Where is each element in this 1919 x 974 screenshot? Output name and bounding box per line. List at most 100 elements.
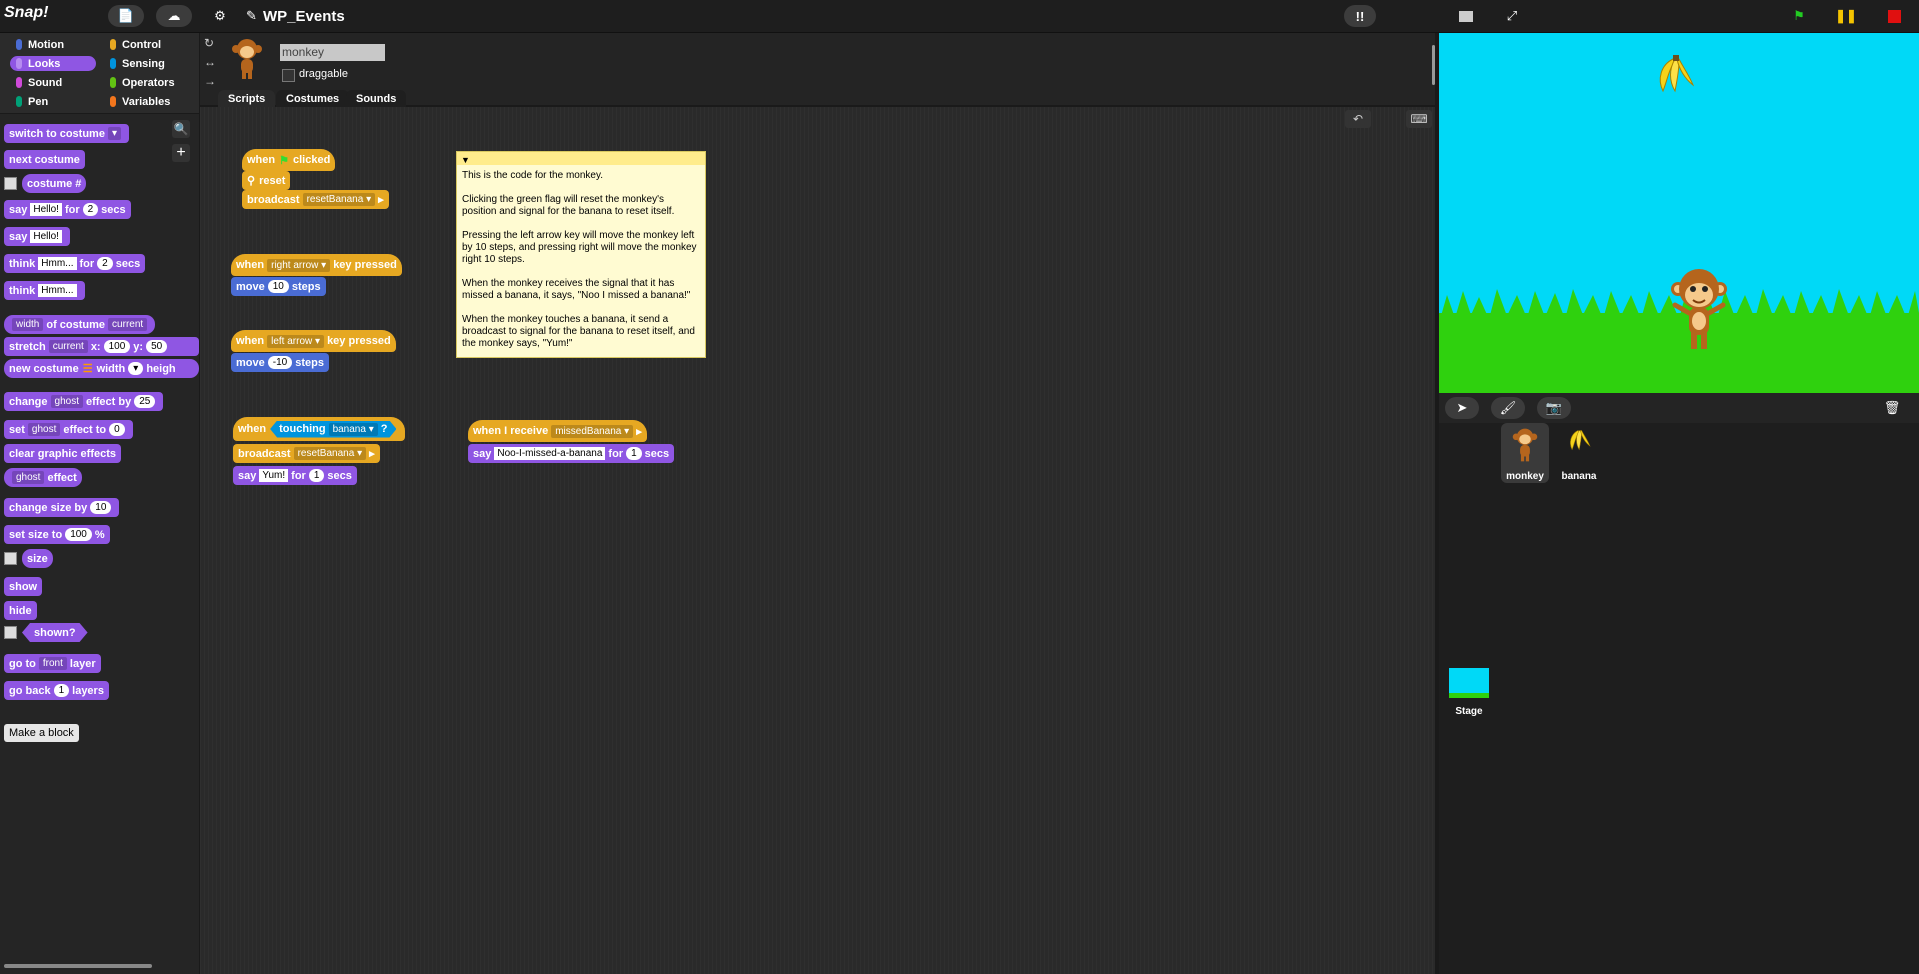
comment-text[interactable]: This is the code for the monkey. Clickin… — [457, 165, 705, 355]
block-shown[interactable]: shown? — [22, 623, 88, 642]
scripts-area[interactable]: ↶ ⌨ — [200, 107, 1435, 974]
block-stretch[interactable]: stretch current x: 100 y: 50 — [4, 337, 199, 356]
block-go-to-layer[interactable]: go to front layer — [4, 654, 101, 673]
block-say-for-secs[interactable]: say Noo-I-missed-a-banana for 1 secs — [468, 444, 675, 463]
block-costume-num[interactable]: costume # — [22, 174, 87, 193]
tab-sounds[interactable]: Sounds — [346, 90, 407, 108]
palette-scrollbar[interactable] — [4, 964, 152, 968]
tab-costumes[interactable]: Costumes — [276, 90, 350, 108]
text-slot[interactable]: Hmm... — [38, 284, 77, 297]
category-pen[interactable]: Pen — [10, 94, 96, 109]
draggable-checkbox[interactable] — [282, 69, 295, 82]
dropdown[interactable]: width — [12, 318, 44, 331]
block-when-flag-clicked[interactable]: when ⚑ clicked — [242, 149, 336, 171]
block-move-steps[interactable]: move 10 steps — [231, 277, 326, 296]
block-touching[interactable]: touching banana ▾? — [270, 421, 396, 438]
footprints-icon[interactable]: !! — [1344, 5, 1376, 27]
make-a-block-button[interactable]: Make a block — [4, 724, 79, 742]
text-slot[interactable]: Noo-I-missed-a-banana — [494, 447, 606, 460]
text-slot[interactable]: Yum! — [259, 469, 289, 482]
dropdown[interactable]: resetBanana ▾ — [302, 193, 376, 206]
block-next-costume[interactable]: next costume — [4, 150, 85, 169]
snap-logo[interactable]: Snap! — [4, 4, 52, 28]
stop-icon[interactable] — [1880, 5, 1908, 27]
block-width-of-costume[interactable]: width of costume current — [4, 315, 156, 334]
rotation-lr-icon[interactable]: ↔ — [204, 55, 216, 69]
number-slot[interactable]: 1 — [53, 684, 70, 697]
watcher-checkbox[interactable] — [4, 552, 17, 565]
dropdown[interactable]: front — [38, 657, 67, 670]
cloud-icon[interactable]: ☁ — [156, 5, 192, 27]
number-slot[interactable]: 2 — [97, 257, 113, 270]
number-slot[interactable]: ▾ — [128, 362, 144, 375]
camera-icon[interactable]: 📷 — [1537, 397, 1571, 419]
block-think[interactable]: think Hmm... — [4, 281, 85, 300]
keyboard-icon[interactable]: ⌨ — [1406, 110, 1432, 128]
dropdown[interactable]: ghost — [27, 423, 61, 436]
number-slot[interactable]: 50 — [146, 340, 168, 353]
dropdown[interactable]: ghost — [12, 471, 45, 484]
block-when-left-arrow-pressed[interactable]: when left arrow ▾ key pressed — [231, 330, 396, 352]
dropdown[interactable]: missedBanana ▾ — [551, 424, 634, 438]
dropdown[interactable]: resetBanana ▾ — [293, 447, 367, 460]
block-say-for-secs[interactable]: say Yum! for 1 secs — [233, 466, 357, 485]
watcher-checkbox[interactable] — [4, 626, 17, 639]
text-slot[interactable]: Hello! — [30, 203, 62, 216]
category-control[interactable]: Control — [104, 37, 190, 52]
number-slot[interactable]: 10 — [90, 501, 112, 514]
watcher-checkbox[interactable] — [4, 177, 17, 190]
rotate-icon[interactable]: ↻ — [204, 36, 214, 50]
dropdown[interactable]: current — [48, 340, 88, 353]
script-comment[interactable]: ▼ This is the code for the monkey. Click… — [456, 151, 706, 358]
block-reset[interactable]: ⚲ reset — [242, 171, 291, 190]
block-set-effect[interactable]: set ghost effect to 0 — [4, 420, 133, 439]
search-icon[interactable]: 🔍 — [172, 120, 190, 138]
block-hide[interactable]: hide — [4, 601, 37, 620]
turtle-arrow-icon[interactable]: ➤ — [1445, 397, 1479, 419]
number-slot[interactable]: 1 — [308, 469, 325, 482]
block-when-i-receive[interactable]: when I receive missedBanana ▾ ▸ — [468, 420, 647, 442]
pause-icon[interactable]: ❚❚ — [1832, 5, 1860, 27]
category-operators[interactable]: Operators — [104, 75, 190, 90]
undo-icon[interactable]: ↶ — [1345, 110, 1371, 128]
number-slot[interactable]: 0 — [109, 423, 125, 436]
corral-sprite-monkey[interactable]: monkey — [1501, 423, 1549, 483]
rotation-none-icon[interactable]: → — [204, 74, 216, 88]
dropdown[interactable]: current — [108, 318, 148, 331]
block-broadcast[interactable]: broadcast resetBanana ▾ ▸ — [242, 190, 389, 209]
trash-icon[interactable]: 🗑 — [1875, 397, 1909, 419]
dropdown[interactable]: left arrow ▾ — [267, 334, 325, 348]
text-slot[interactable]: Hello! — [30, 230, 62, 243]
block-change-size[interactable]: change size by 10 — [4, 498, 120, 517]
banana-sprite-icon[interactable] — [1651, 55, 1695, 95]
number-slot[interactable]: 100 — [65, 528, 92, 541]
category-sound[interactable]: Sound — [10, 75, 96, 90]
fullscreen-icon[interactable]: ⤢ — [1498, 5, 1526, 27]
number-slot[interactable]: 10 — [267, 280, 289, 293]
file-icon[interactable]: 📄 — [108, 5, 144, 27]
normal-stage-icon[interactable] — [1452, 5, 1480, 27]
block-when-touching[interactable]: when touching banana ▾? — [233, 417, 406, 441]
green-flag-icon[interactable]: ⚑ — [1785, 5, 1813, 27]
category-looks[interactable]: Looks — [10, 56, 96, 71]
dropdown[interactable]: banana ▾ — [329, 423, 378, 436]
block-size[interactable]: size — [22, 549, 53, 568]
gear-icon[interactable]: ⚙ — [208, 5, 232, 27]
block-say-for-secs[interactable]: say Hello! for 2 secs — [4, 200, 131, 219]
comment-header[interactable]: ▼ — [457, 152, 705, 165]
sprite-name-field[interactable]: monkey — [280, 44, 385, 61]
paintbrush-icon[interactable]: 🖌 — [1491, 397, 1525, 419]
category-motion[interactable]: Motion — [10, 37, 96, 52]
sprite-bar-scrollbar[interactable] — [1432, 45, 1435, 85]
number-slot[interactable]: -10 — [267, 356, 293, 369]
dropdown-arrow[interactable]: ▾ — [107, 127, 121, 140]
block-switch-to-costume[interactable]: switch to costume ▾ — [4, 124, 129, 143]
block-think-for-secs[interactable]: think Hmm... for 2 secs — [4, 254, 146, 273]
plus-icon[interactable]: + — [172, 144, 190, 162]
category-sensing[interactable]: Sensing — [104, 56, 190, 71]
collapse-arrow-icon[interactable]: ▼ — [461, 155, 470, 165]
corral-stage[interactable]: Stage — [1449, 668, 1489, 718]
block-show[interactable]: show — [4, 577, 43, 596]
block-change-effect[interactable]: change ghost effect by 25 — [4, 392, 164, 411]
dropdown[interactable]: ghost — [50, 395, 83, 408]
